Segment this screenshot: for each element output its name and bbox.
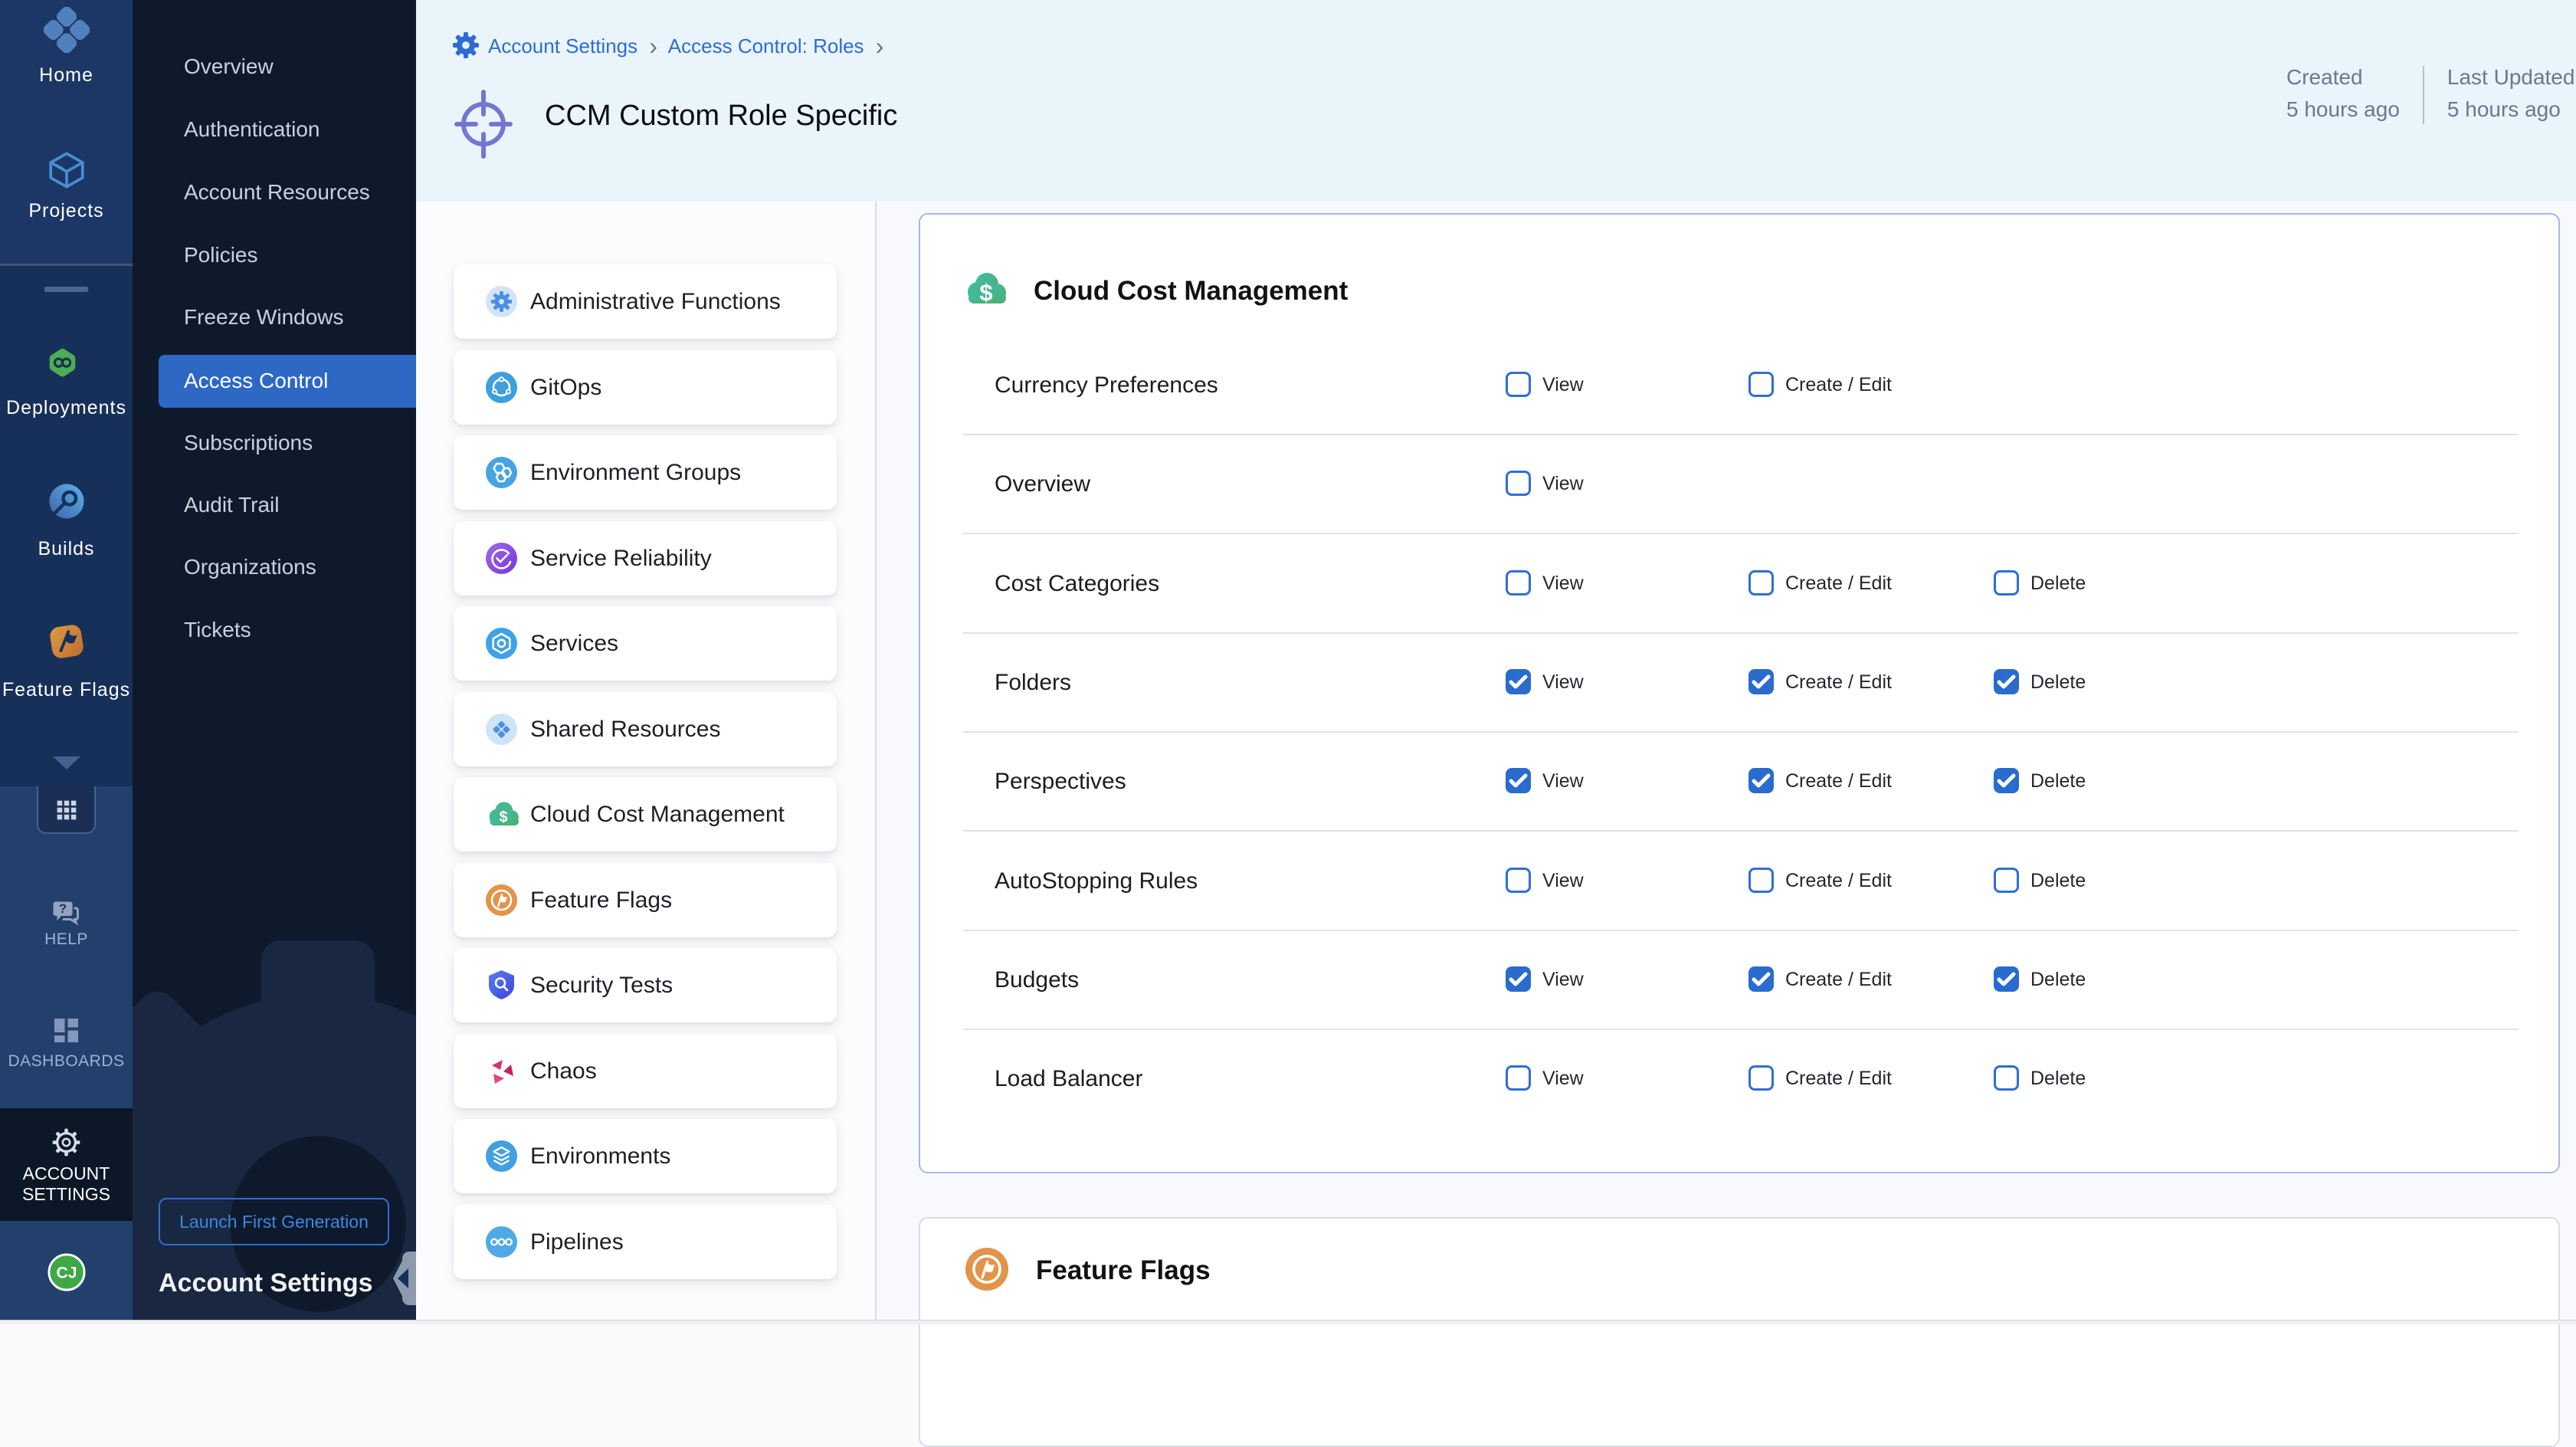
svg-text:?: ? (59, 901, 67, 916)
svg-text:CJ: CJ (56, 1265, 77, 1282)
svg-text:$: $ (499, 809, 507, 826)
svg-text:$: $ (979, 279, 992, 305)
